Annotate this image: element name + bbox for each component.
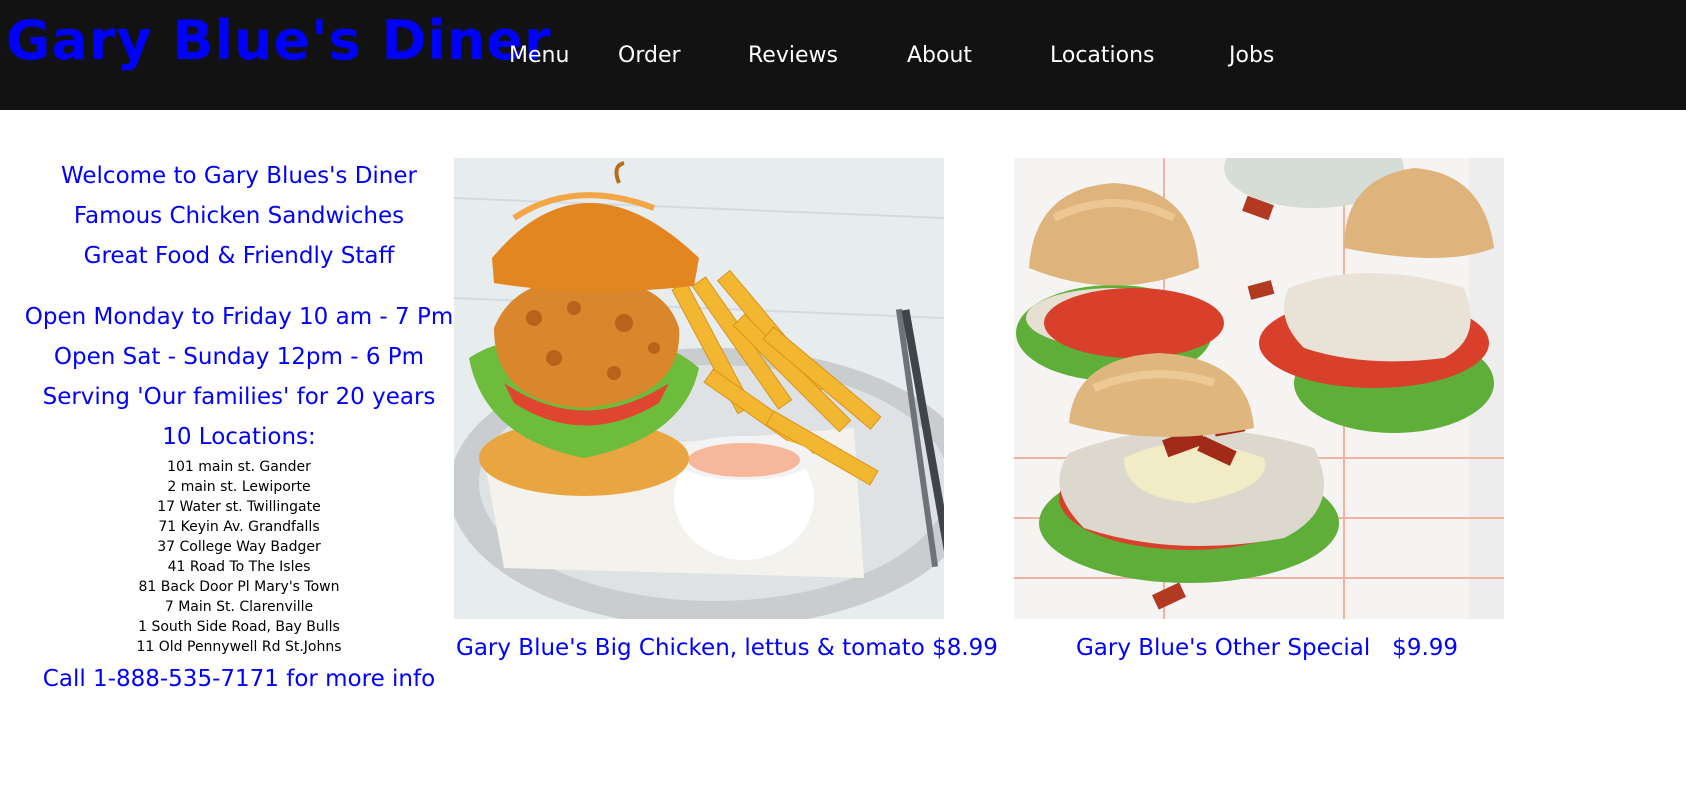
special-1-caption: Gary Blue's Big Chicken, lettus & tomato… bbox=[456, 635, 998, 661]
address-list: 101 main st. Gander 2 main st. Lewiporte… bbox=[0, 457, 478, 657]
address-item: 41 Road To The Isles bbox=[167, 559, 311, 575]
address-item: 11 Old Pennywell Rd St.Johns bbox=[136, 639, 342, 655]
special-2-caption: Gary Blue's Other Special $9.99 bbox=[1075, 635, 1459, 661]
address-item: 101 main st. Gander bbox=[167, 459, 311, 475]
address-item: 71 Keyin Av. Grandfalls bbox=[158, 519, 320, 535]
nav-reviews[interactable]: Reviews bbox=[748, 40, 838, 72]
address-item: 37 College Way Badger bbox=[157, 539, 321, 555]
site-title[interactable]: Gary Blue's Diner bbox=[6, 6, 552, 76]
chicken-burger-photo bbox=[454, 158, 944, 619]
chicken-sliders-photo bbox=[1014, 158, 1504, 619]
tagline-sandwiches: Famous Chicken Sandwiches bbox=[73, 203, 405, 229]
nav-menu[interactable]: Menu bbox=[509, 40, 569, 72]
info-panel: Welcome to Gary Blues's Diner Famous Chi… bbox=[0, 156, 478, 699]
address-item: 1 South Side Road, Bay Bulls bbox=[138, 619, 340, 635]
address-item: 17 Water st. Twillingate bbox=[157, 499, 321, 515]
serving-text: Serving 'Our families' for 20 years bbox=[42, 384, 436, 410]
locations-heading: 10 Locations: bbox=[162, 424, 316, 450]
hours-weekday: Open Monday to Friday 10 am - 7 Pm bbox=[24, 304, 454, 330]
address-item: 7 Main St. Clarenville bbox=[164, 599, 314, 615]
welcome-text: Welcome to Gary Blues's Diner bbox=[61, 163, 417, 189]
tagline-staff: Great Food & Friendly Staff bbox=[83, 243, 395, 269]
nav-order[interactable]: Order bbox=[618, 40, 681, 72]
hours-weekend: Open Sat - Sunday 12pm - 6 Pm bbox=[53, 344, 425, 370]
site-header: Gary Blue's Diner Menu Order Reviews Abo… bbox=[0, 0, 1686, 110]
nav-locations[interactable]: Locations bbox=[1050, 40, 1155, 72]
call-info: Call 1-888-535-7171 for more info bbox=[42, 666, 436, 692]
address-item: 81 Back Door Pl Mary's Town bbox=[138, 579, 340, 595]
nav-about[interactable]: About bbox=[907, 40, 972, 72]
address-item: 2 main st. Lewiporte bbox=[167, 479, 311, 495]
nav-jobs[interactable]: Jobs bbox=[1229, 40, 1274, 72]
